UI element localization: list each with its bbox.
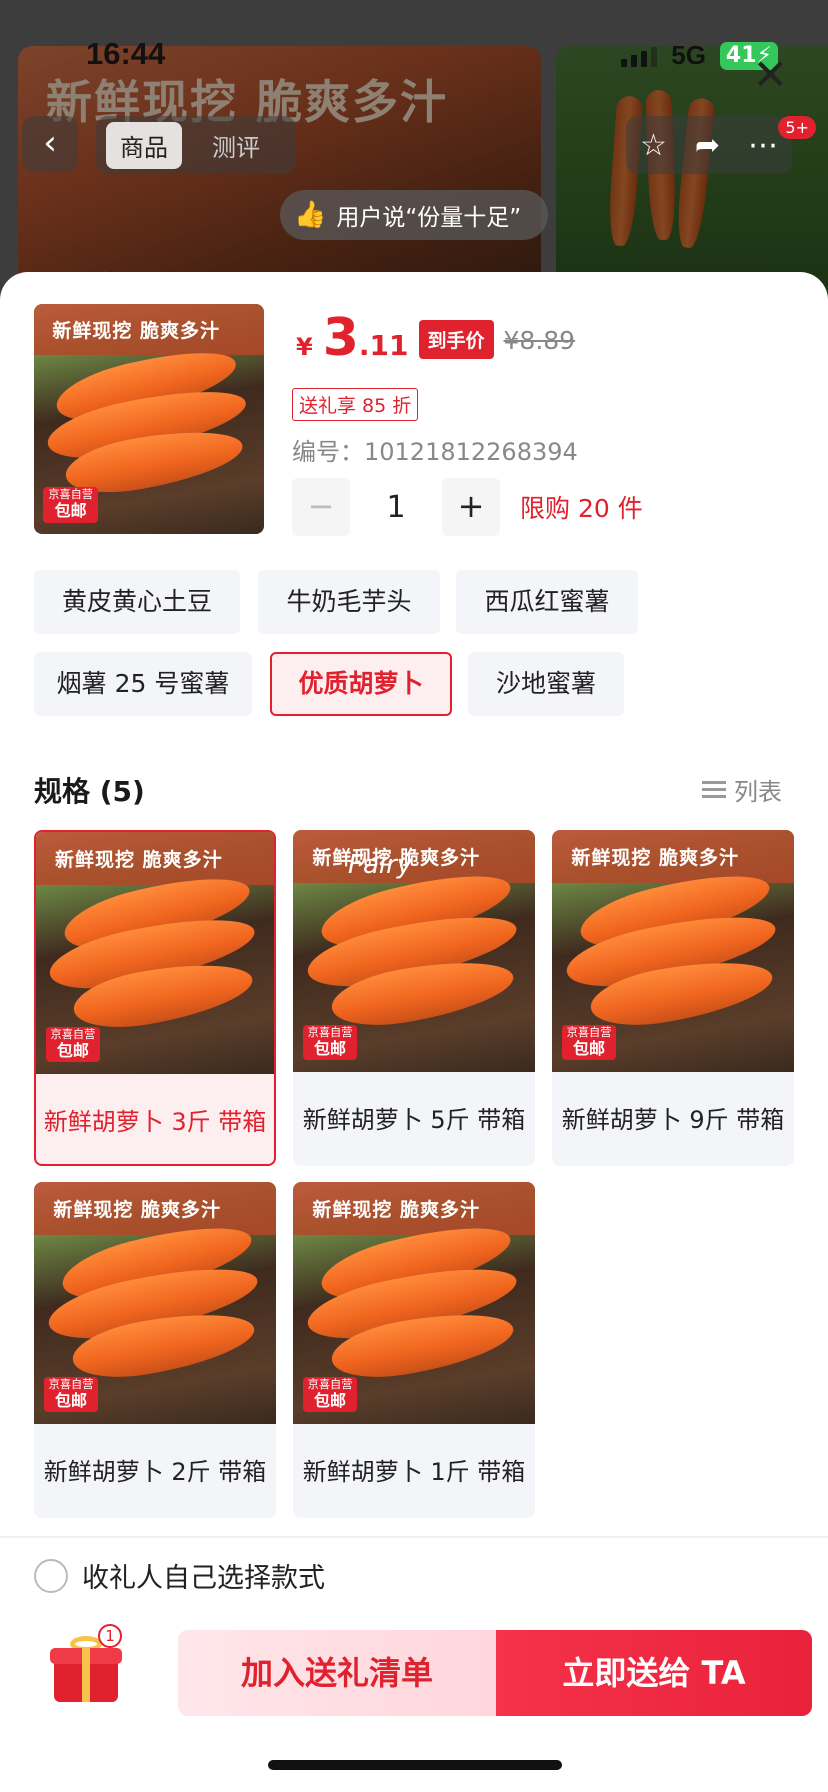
notification-badge: 5+ xyxy=(778,116,816,139)
thumbnail-title: 新鲜现挖 脆爽多汁 xyxy=(293,830,535,884)
spec-thumbnail: 新鲜现挖 脆爽多汁 京喜自营 包邮 xyxy=(34,1182,276,1424)
carrot-image: 新鲜现挖 脆爽多汁 京喜自营 包邮 xyxy=(552,830,794,1072)
home-indicator[interactable] xyxy=(268,1760,562,1770)
thumbnail-title: 新鲜现挖 脆爽多汁 xyxy=(34,304,264,355)
spec-card[interactable]: 新鲜现挖 脆爽多汁 京喜自营 包邮 新鲜胡萝卜 1斤 带箱 xyxy=(293,1182,535,1518)
user-says-pill: 👍 用户说“份量十足” xyxy=(280,190,548,240)
spec-card[interactable]: 新鲜现挖 脆爽多汁 京喜自营 包邮 新鲜胡萝卜 5斤 带箱 xyxy=(293,830,535,1166)
carrot-image: 新鲜现挖 脆爽多汁 京喜自营 包邮 xyxy=(36,832,274,1074)
spec-label: 新鲜胡萝卜 5斤 带箱 xyxy=(302,1106,526,1134)
add-to-gift-list-button[interactable]: 加入送礼清单 xyxy=(178,1630,496,1716)
item-number: 编号：10121812268394 xyxy=(292,438,578,466)
user-says-text: 用户说“份量十足” xyxy=(336,205,522,231)
increase-button[interactable]: + xyxy=(442,478,500,536)
tag-bottom: 包邮 xyxy=(314,1038,347,1058)
quantity-stepper: − 1 + 限购 20 件 xyxy=(292,478,643,536)
option-chip[interactable]: 西瓜红蜜薯 xyxy=(456,570,638,634)
network-type: 5G xyxy=(671,40,706,70)
tab-review[interactable]: 测评 xyxy=(198,122,274,169)
tag-bottom: 包邮 xyxy=(573,1038,606,1058)
close-icon[interactable]: ✕ xyxy=(753,54,788,96)
option-chip[interactable]: 烟薯 25 号蜜薯 xyxy=(34,652,252,716)
send-gift-button[interactable]: 立即送给 TA xyxy=(496,1630,812,1716)
shipping-tag: 京喜自营 包邮 xyxy=(561,1024,617,1060)
radio-button[interactable] xyxy=(34,1558,68,1593)
thumbnail-title: 新鲜现挖 脆爽多汁 xyxy=(552,830,794,884)
status-time: 16:44 xyxy=(86,36,166,71)
more-icon[interactable]: ⋯ xyxy=(748,128,778,163)
tab-product[interactable]: 商品 xyxy=(106,121,182,169)
shipping-tag: 京喜自营 包邮 xyxy=(43,1376,99,1412)
spec-thumbnail: 新鲜现挖 脆爽多汁 京喜自营 包邮 xyxy=(552,830,794,1072)
tag-bottom: 包邮 xyxy=(55,1390,88,1410)
background-tabs: 商品 测评 xyxy=(96,116,296,174)
shipping-tag: 京喜自营 包邮 xyxy=(302,1024,358,1060)
tag-bottom: 包邮 xyxy=(54,501,87,521)
spec-label: 新鲜胡萝卜 9斤 带箱 xyxy=(561,1106,785,1134)
decrease-button[interactable]: − xyxy=(292,478,350,536)
spec-thumbnail: 新鲜现挖 脆爽多汁 京喜自营 包邮 xyxy=(293,1182,535,1424)
spec-thumbnail: 新鲜现挖 脆爽多汁 京喜自营 包邮 xyxy=(36,832,274,1074)
star-icon[interactable]: ☆ xyxy=(640,128,667,163)
gift-discount-badge: 送礼享 85 折 xyxy=(292,388,419,421)
spec-thumbnail: 新鲜现挖 脆爽多汁 京喜自营 包邮 xyxy=(293,830,535,1072)
spec-label: 新鲜胡萝卜 3斤 带箱 xyxy=(43,1108,267,1136)
tag-bottom: 包邮 xyxy=(314,1390,347,1410)
option-chip-selected[interactable]: 优质胡萝卜 xyxy=(270,652,452,716)
watermark-text: Fairy xyxy=(348,850,413,880)
shipping-tag: 京喜自营 包邮 xyxy=(43,487,98,523)
self-choose-label: 收礼人自己选择款式 xyxy=(82,1563,325,1594)
spec-label: 新鲜胡萝卜 1斤 带箱 xyxy=(302,1458,526,1486)
list-icon xyxy=(702,781,726,798)
list-view-toggle[interactable]: 列表 xyxy=(702,772,782,807)
option-chip[interactable]: 黄皮黄心土豆 xyxy=(34,570,240,634)
background-actions: ☆ ➦ ⋯ xyxy=(626,116,792,174)
list-view-label: 列表 xyxy=(734,778,782,806)
option-chip[interactable]: 牛奶毛芋头 xyxy=(258,570,440,634)
self-choose-option[interactable]: 收礼人自己选择款式 xyxy=(34,1556,325,1595)
shipping-tag: 京喜自营 包邮 xyxy=(45,1026,101,1062)
price-row: ¥ 3 .11 到手价 ¥8.89 xyxy=(296,312,575,367)
thumbs-up-icon: 👍 xyxy=(294,200,327,230)
original-price: ¥8.89 xyxy=(503,326,576,355)
carrot-image: 新鲜现挖 脆爽多汁 京喜自营 包邮 xyxy=(293,830,535,1072)
back-button[interactable]: ‹ xyxy=(22,116,78,172)
gift-count-badge: 1 xyxy=(98,1624,122,1648)
carrot-image: 新鲜现挖 脆爽多汁 京喜自营 包邮 xyxy=(34,1182,276,1424)
footer-divider xyxy=(0,1536,828,1538)
option-chip[interactable]: 沙地蜜薯 xyxy=(468,652,624,716)
quantity-value[interactable]: 1 xyxy=(350,490,442,525)
spec-title: 规格 (5) xyxy=(34,775,145,808)
currency-symbol: ¥ xyxy=(296,333,313,361)
spec-card[interactable]: 新鲜现挖 脆爽多汁 京喜自营 包邮 新鲜胡萝卜 2斤 带箱 xyxy=(34,1182,276,1518)
purchase-limit: 限购 20 件 xyxy=(520,494,643,523)
tag-bottom: 包邮 xyxy=(56,1040,89,1060)
spec-label: 新鲜胡萝卜 2斤 带箱 xyxy=(43,1458,267,1486)
price-integer: 3 xyxy=(322,308,359,368)
thumbnail-title: 新鲜现挖 脆爽多汁 xyxy=(36,832,274,886)
signal-icon xyxy=(621,45,658,67)
shipping-tag: 京喜自营 包邮 xyxy=(302,1376,358,1412)
thumbnail-title: 新鲜现挖 脆爽多汁 xyxy=(293,1182,535,1236)
carrot-image: 新鲜现挖 脆爽多汁 京喜自营 包邮 xyxy=(293,1182,535,1424)
spec-card-selected[interactable]: 新鲜现挖 脆爽多汁 京喜自营 包邮 新鲜胡萝卜 3斤 带箱 xyxy=(34,830,276,1166)
spec-card[interactable]: 新鲜现挖 脆爽多汁 京喜自营 包邮 新鲜胡萝卜 9斤 带箱 xyxy=(552,830,794,1166)
carrot-image: 新鲜现挖 脆爽多汁 京喜自营 包邮 xyxy=(34,304,264,534)
share-icon[interactable]: ➦ xyxy=(695,128,720,163)
price-tag-badge: 到手价 xyxy=(418,320,494,359)
price-decimal: .11 xyxy=(358,329,409,362)
product-thumbnail: 新鲜现挖 脆爽多汁 京喜自营 包邮 xyxy=(34,304,264,534)
thumbnail-title: 新鲜现挖 脆爽多汁 xyxy=(34,1182,276,1236)
